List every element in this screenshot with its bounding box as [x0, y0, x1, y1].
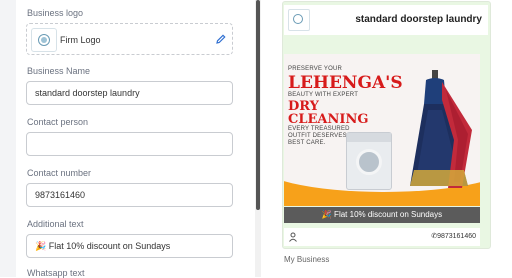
additional-text-value: 🎉 Flat 10% discount on Sundays: [35, 241, 171, 251]
person-icon: [289, 232, 297, 242]
poster-line-1: PRESERVE YOUR: [288, 66, 343, 72]
discount-banner: 🎉 Flat 10% discount on Sundays: [284, 207, 480, 223]
left-gutter: [0, 0, 16, 277]
preview-business-name: standard doorstep laundry: [355, 14, 482, 25]
logo-file-name: Firm Logo: [60, 35, 101, 45]
contact-person-input[interactable]: [26, 132, 233, 156]
additional-text-input[interactable]: 🎉 Flat 10% discount on Sundays: [26, 234, 233, 258]
poster-line-6: EVERY TREASURED: [288, 126, 350, 132]
washing-machine-illustration: [346, 132, 392, 190]
business-name-label: Business Name: [27, 66, 91, 76]
contact-number-label: Contact number: [27, 168, 92, 178]
business-logo-label: Business logo: [27, 8, 84, 18]
lehenga-illustration: [410, 70, 472, 188]
promo-poster: PRESERVE YOUR LEHENGA'S BEAUTY WITH EXPE…: [284, 54, 480, 206]
contact-number-input[interactable]: 9873161460: [26, 183, 233, 207]
contact-person-label: Contact person: [27, 117, 89, 127]
poster-line-2: LEHENGA'S: [288, 73, 403, 93]
discount-banner-text: 🎉 Flat 10% discount on Sundays: [321, 210, 443, 219]
preview-card-header: standard doorstep laundry: [284, 5, 488, 35]
contact-number-value: 9873161460: [35, 190, 86, 200]
business-logo-upload[interactable]: Firm Logo: [26, 23, 233, 55]
preview-phone: ✆9873161460: [431, 232, 476, 240]
preview-caption: My Business: [284, 255, 330, 264]
poster-line-3: BEAUTY WITH EXPERT: [288, 92, 359, 98]
form-scrollbar-thumb[interactable]: [256, 0, 260, 210]
preview-card-footer: ✆9873161460: [284, 228, 480, 246]
business-form-panel: Business logo Firm Logo Business Name st…: [0, 0, 258, 278]
business-name-input[interactable]: standard doorstep laundry: [26, 81, 233, 105]
poster-line-8: BEST CARE.: [288, 140, 326, 146]
additional-text-label: Additional text: [27, 219, 84, 229]
preview-phone-number: 9873161460: [437, 233, 476, 240]
preview-logo: [288, 9, 310, 31]
poster-line-5: CLEANING: [288, 112, 369, 127]
business-name-value: standard doorstep laundry: [35, 88, 140, 98]
pencil-icon[interactable]: [215, 33, 227, 45]
firm-logo-thumbnail: [31, 28, 57, 52]
